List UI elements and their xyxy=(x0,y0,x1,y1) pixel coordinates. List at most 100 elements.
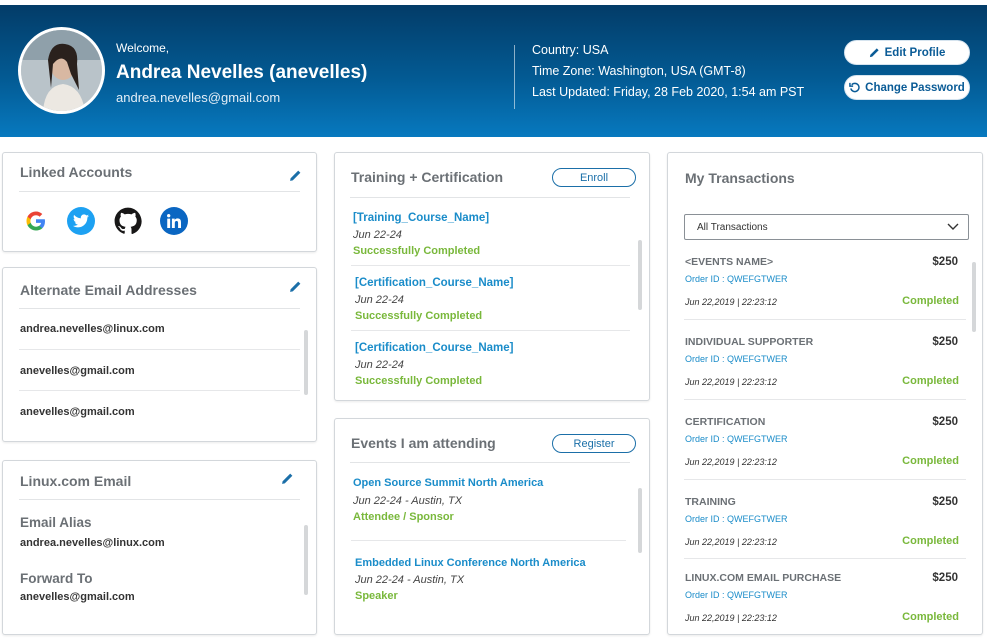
google-icon xyxy=(26,211,45,231)
transaction-status: Completed xyxy=(902,535,959,547)
edit-alternate-emails-icon[interactable] xyxy=(289,280,302,293)
event-role: Speaker xyxy=(355,590,398,602)
transaction-order-id[interactable]: Order ID : QWEFGTWER xyxy=(685,590,788,600)
transaction-name: INDIVIDUAL SUPPORTER xyxy=(685,336,814,348)
transactions-filter-value: All Transactions xyxy=(697,221,768,233)
training-scrollbar[interactable] xyxy=(638,240,642,310)
transactions-title: My Transactions xyxy=(685,170,795,186)
transactions-filter-select[interactable]: All Transactions xyxy=(684,214,969,240)
transaction-order-id[interactable]: Order ID : QWEFGTWER xyxy=(685,354,788,364)
divider xyxy=(19,499,300,500)
timezone-text: Time Zone: Washington, USA (GMT-8) xyxy=(532,64,746,78)
edit-profile-button[interactable]: Edit Profile xyxy=(844,40,970,65)
avatar xyxy=(18,27,105,114)
event-role: Attendee / Sponsor xyxy=(353,511,454,523)
divider xyxy=(19,308,300,309)
linkedin-account[interactable] xyxy=(160,207,188,235)
divider xyxy=(684,479,966,480)
transaction-date: Jun 22,2019 | 22:23:12 xyxy=(685,377,777,387)
transaction-name: TRAINING xyxy=(685,496,736,508)
alternate-email-item: anevelles@gmail.com xyxy=(20,406,135,418)
divider xyxy=(19,349,300,350)
event-name-link[interactable]: Embedded Linux Conference North America xyxy=(355,557,586,569)
divider xyxy=(350,197,630,198)
twitter-account[interactable] xyxy=(67,207,95,235)
course-name-link[interactable]: [Training_Course_Name] xyxy=(353,212,489,224)
course-date: Jun 22-24 xyxy=(353,229,402,241)
linked-accounts-title: Linked Accounts xyxy=(20,164,133,180)
github-account[interactable] xyxy=(114,207,142,235)
course-date: Jun 22-24 xyxy=(355,359,404,371)
linux-email-scrollbar[interactable] xyxy=(304,525,308,595)
divider xyxy=(19,390,300,391)
linux-email-title: Linux.com Email xyxy=(20,473,132,489)
alternate-emails-title: Alternate Email Addresses xyxy=(20,282,197,298)
transaction-name: LINUX.COM EMAIL PURCHASE xyxy=(685,572,842,584)
events-title: Events I am attending xyxy=(351,435,496,451)
transaction-date: Jun 22,2019 | 22:23:12 xyxy=(685,613,777,623)
edit-linked-accounts-icon[interactable] xyxy=(289,169,302,182)
user-full-name: Andrea Nevelles (anevelles) xyxy=(116,62,368,83)
header-divider xyxy=(514,45,515,109)
profile-header: Welcome, Andrea Nevelles (anevelles) and… xyxy=(0,5,987,137)
github-icon xyxy=(114,207,142,234)
event-date-location: Jun 22-24 - Austin, TX xyxy=(355,574,465,586)
transaction-date: Jun 22,2019 | 22:23:12 xyxy=(685,297,777,307)
divider xyxy=(351,330,630,331)
transaction-status: Completed xyxy=(902,611,959,623)
email-alias-label: Email Alias xyxy=(20,515,92,530)
transaction-date: Jun 22,2019 | 22:23:12 xyxy=(685,457,777,467)
transaction-order-id[interactable]: Order ID : QWEFGTWER xyxy=(685,434,788,444)
twitter-icon xyxy=(73,214,89,228)
transaction-amount: $250 xyxy=(932,572,958,584)
divider xyxy=(351,265,630,266)
email-alias-value: andrea.nevelles@linux.com xyxy=(20,537,165,549)
change-password-label: Change Password xyxy=(865,81,965,94)
change-password-button[interactable]: Change Password xyxy=(844,75,970,100)
user-email: andrea.nevelles@gmail.com xyxy=(116,90,281,105)
transaction-amount: $250 xyxy=(932,496,958,508)
alternate-email-item: anevelles@gmail.com xyxy=(20,365,135,377)
divider xyxy=(684,399,966,400)
transaction-name: CERTIFICATION xyxy=(685,416,766,428)
transaction-amount: $250 xyxy=(932,336,958,348)
chevron-down-icon xyxy=(947,223,959,230)
divider xyxy=(19,191,300,192)
pencil-icon xyxy=(869,48,879,58)
transaction-name: <EVENTS NAME> xyxy=(685,256,774,268)
course-name-link[interactable]: [Certification_Course_Name] xyxy=(355,342,513,354)
divider xyxy=(684,558,966,559)
transaction-status: Completed xyxy=(902,455,959,467)
course-status: Successfully Completed xyxy=(355,375,483,387)
transaction-order-id[interactable]: Order ID : QWEFGTWER xyxy=(685,514,788,524)
divider xyxy=(351,540,626,541)
course-status: Successfully Completed xyxy=(353,245,481,257)
event-date-location: Jun 22-24 - Austin, TX xyxy=(353,495,463,507)
last-updated-text: Last Updated: Friday, 28 Feb 2020, 1:54 … xyxy=(532,85,805,99)
alternate-emails-scrollbar[interactable] xyxy=(304,330,308,395)
transaction-status: Completed xyxy=(902,295,959,307)
training-title: Training + Certification xyxy=(351,169,504,185)
transaction-order-id[interactable]: Order ID : QWEFGTWER xyxy=(685,274,788,284)
transactions-scrollbar[interactable] xyxy=(972,262,976,332)
country-text: Country: USA xyxy=(532,43,609,57)
course-name-link[interactable]: [Certification_Course_Name] xyxy=(355,277,513,289)
enroll-button[interactable]: Enroll xyxy=(552,168,636,187)
edit-linux-email-icon[interactable] xyxy=(281,472,294,485)
avatar-image xyxy=(21,30,102,111)
transaction-date: Jun 22,2019 | 22:23:12 xyxy=(685,537,777,547)
welcome-text: Welcome, xyxy=(116,41,170,55)
course-status: Successfully Completed xyxy=(355,310,483,322)
google-account[interactable] xyxy=(22,207,50,235)
register-button[interactable]: Register xyxy=(552,434,636,453)
transaction-amount: $250 xyxy=(932,256,958,268)
events-scrollbar[interactable] xyxy=(638,488,642,553)
forward-to-label: Forward To xyxy=(20,571,93,586)
linkedin-icon xyxy=(167,214,181,228)
alternate-email-item: andrea.nevelles@linux.com xyxy=(20,323,165,335)
transaction-amount: $250 xyxy=(932,416,958,428)
edit-profile-label: Edit Profile xyxy=(884,46,946,59)
event-name-link[interactable]: Open Source Summit North America xyxy=(353,477,543,489)
divider xyxy=(684,319,966,320)
refresh-icon xyxy=(849,82,860,93)
